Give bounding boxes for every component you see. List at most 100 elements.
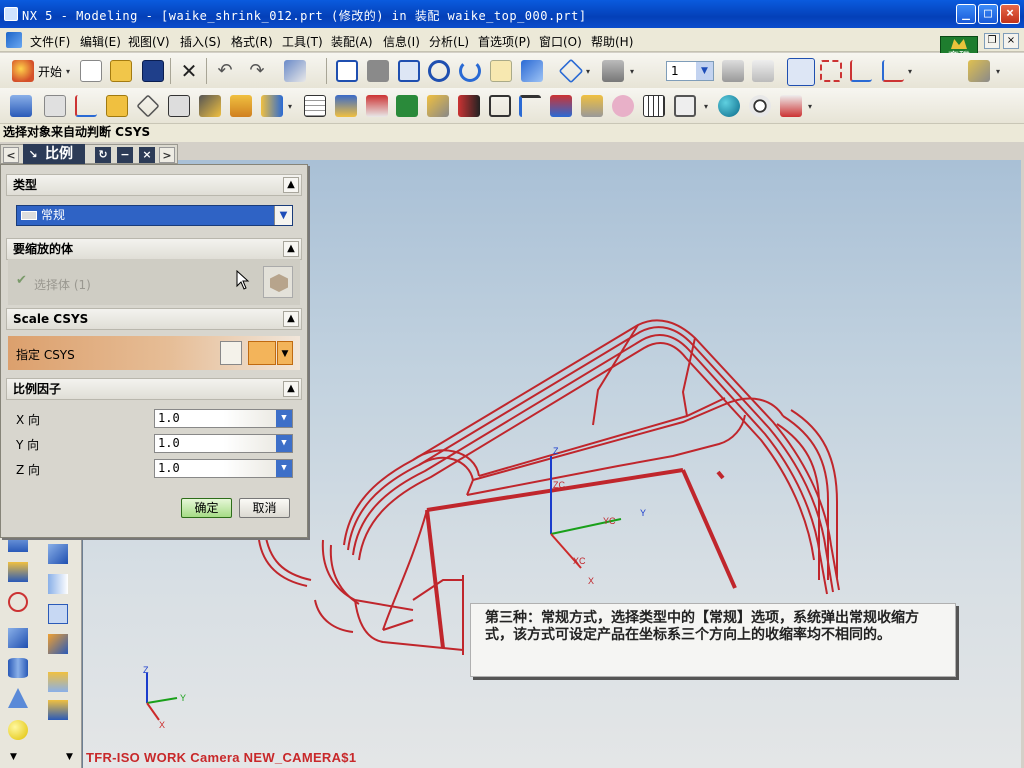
redo-icon[interactable]: ↷ — [246, 60, 268, 82]
rotate-icon[interactable] — [459, 60, 481, 82]
inferred-csys-icon[interactable] — [248, 341, 276, 365]
menu-insert[interactable]: 插入(S) — [180, 33, 221, 50]
resource-icon-7[interactable] — [48, 672, 68, 692]
csys-rotate-icon[interactable] — [882, 60, 904, 82]
menu-assembly[interactable]: 装配(A) — [331, 33, 373, 50]
measure-icon[interactable] — [968, 60, 990, 82]
extrude-icon[interactable] — [106, 95, 128, 117]
menu-view[interactable]: 视图(V) — [128, 33, 170, 50]
view-orient-icon[interactable] — [602, 60, 624, 82]
y-factor-dropdown-icon[interactable]: ▼ — [276, 435, 292, 452]
resource-scroll-icon[interactable]: ▼ — [10, 752, 17, 762]
chevron-down-icon[interactable]: ▼ — [274, 206, 292, 225]
zoom-window-icon[interactable] — [398, 60, 420, 82]
globe-icon[interactable] — [718, 95, 740, 117]
section-scale-factor[interactable]: 比例因子 ▲ — [6, 378, 302, 400]
menu-format[interactable]: 格式(R) — [231, 33, 273, 50]
minimize-dialog-icon[interactable]: − — [117, 147, 133, 163]
select-filter-icon[interactable] — [284, 60, 306, 82]
menu-help[interactable]: 帮助(H) — [591, 33, 633, 50]
pan-icon[interactable] — [490, 60, 512, 82]
offset-icon[interactable] — [335, 95, 357, 117]
expand-right-icon[interactable]: > — [159, 147, 175, 163]
start-icon[interactable] — [12, 60, 34, 82]
collapse-chevron-icon[interactable]: ▲ — [283, 177, 299, 193]
ok-button[interactable]: 确定 — [181, 498, 232, 518]
sweep-icon[interactable] — [230, 95, 252, 117]
resource-cone-icon[interactable] — [8, 688, 28, 708]
blend-icon[interactable] — [612, 95, 634, 117]
resource-icon-3[interactable] — [48, 574, 68, 594]
reset-icon[interactable]: ↻ — [95, 147, 111, 163]
trim-icon[interactable] — [366, 95, 388, 117]
cancel-button[interactable]: 取消 — [239, 498, 290, 518]
refresh-icon[interactable] — [780, 95, 802, 117]
tools-icon[interactable] — [199, 95, 221, 117]
save-icon[interactable] — [142, 60, 164, 82]
resource-icon-6[interactable] — [48, 634, 68, 654]
csys-axes-icon[interactable] — [850, 60, 872, 82]
menu-preferences[interactable]: 首选项(P) — [478, 33, 531, 50]
frame-icon[interactable] — [489, 95, 511, 117]
csys-origin-icon[interactable] — [820, 60, 842, 82]
y-factor-input[interactable]: 1.0 ▼ — [154, 434, 293, 453]
split-icon[interactable] — [458, 95, 480, 117]
z-factor-input[interactable]: 1.0 ▼ — [154, 459, 293, 478]
shell-icon[interactable] — [168, 95, 190, 117]
collapse-chevron-icon[interactable]: ▲ — [283, 311, 299, 327]
table-icon[interactable] — [304, 95, 326, 117]
start-button[interactable]: 开始 — [38, 63, 62, 80]
delete-icon[interactable]: ✕ — [178, 60, 200, 82]
layer-dropdown-icon[interactable]: ▼ — [696, 62, 713, 80]
menu-edit[interactable]: 编辑(E) — [80, 33, 121, 50]
resource-icon-5[interactable] — [48, 604, 68, 624]
resource-icon-4[interactable] — [8, 592, 28, 612]
fit-view-icon[interactable] — [336, 60, 358, 82]
section-scale-csys[interactable]: Scale CSYS ▲ — [6, 308, 302, 330]
close-button[interactable]: × — [1000, 4, 1020, 24]
zoom-icon[interactable] — [428, 60, 450, 82]
eye-icon[interactable] — [749, 95, 771, 117]
select-solid-button[interactable] — [263, 266, 293, 298]
wireframe-cube-icon[interactable] — [558, 58, 584, 84]
resource-cylinder-icon[interactable] — [8, 658, 28, 678]
resource-icon-2[interactable] — [8, 562, 28, 582]
revolve-icon[interactable] — [136, 94, 160, 118]
close-dialog-icon[interactable]: × — [139, 147, 155, 163]
undo-icon[interactable]: ↶ — [214, 60, 236, 82]
open-folder-icon[interactable] — [110, 60, 132, 82]
type-select[interactable]: 常规 ▼ — [16, 205, 293, 226]
maximize-button[interactable]: □ — [978, 4, 998, 24]
new-file-icon[interactable] — [80, 60, 102, 82]
pattern-icon[interactable] — [396, 95, 418, 117]
collapse-chevron-icon[interactable]: ▲ — [283, 381, 299, 397]
render-style-icon[interactable] — [521, 60, 543, 82]
wcs-icon[interactable] — [752, 60, 774, 82]
thicken-icon[interactable] — [550, 95, 572, 117]
mirror-icon[interactable] — [261, 95, 283, 117]
window-icon[interactable] — [674, 95, 696, 117]
menu-analysis[interactable]: 分析(L) — [429, 33, 469, 50]
menu-window[interactable]: 窗口(O) — [539, 33, 582, 50]
list-icon[interactable] — [643, 95, 665, 117]
mdi-restore-button[interactable]: ❐ — [984, 33, 1000, 49]
collapse-left-icon[interactable]: < — [3, 147, 19, 163]
menu-info[interactable]: 信息(I) — [383, 33, 420, 50]
menu-tools[interactable]: 工具(T) — [282, 33, 323, 50]
mdi-close-button[interactable]: × — [1003, 33, 1019, 49]
align-icon[interactable] — [519, 95, 541, 117]
csys-dynamic-icon[interactable] — [787, 58, 815, 86]
x-factor-input[interactable]: 1.0 ▼ — [154, 409, 293, 428]
sketch-icon[interactable] — [10, 95, 32, 117]
datum-csys-icon[interactable] — [75, 95, 97, 117]
menu-file[interactable]: 文件(F) — [30, 33, 70, 50]
resource-icon-8[interactable] — [48, 700, 68, 720]
draft-icon[interactable] — [427, 95, 449, 117]
resource-cube-icon[interactable] — [48, 544, 68, 564]
sew-icon[interactable] — [581, 95, 603, 117]
csys-dialog-icon[interactable] — [220, 341, 242, 365]
shaded-view-icon[interactable] — [367, 60, 389, 82]
section-body[interactable]: 要缩放的体 ▲ — [6, 238, 302, 260]
resource-block-icon[interactable] — [8, 628, 28, 648]
resource-sphere-icon[interactable] — [8, 720, 28, 740]
